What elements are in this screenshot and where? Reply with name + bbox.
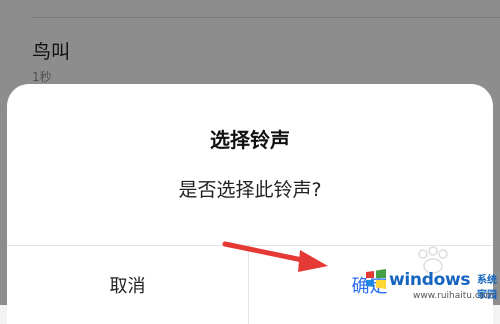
watermark-url: www.ruihaitu.com xyxy=(413,291,495,301)
dialog-title: 选择铃声 xyxy=(210,128,290,152)
cancel-button[interactable]: 取消 xyxy=(7,246,248,324)
site-watermark: windows 系统家园 www.ruihaitu.com xyxy=(355,246,500,305)
windows-logo-icon xyxy=(366,269,386,289)
dialog-message: 是否选择此铃声? xyxy=(178,179,322,201)
watermark-title: windows xyxy=(389,270,471,290)
red-pointer-arrow-icon xyxy=(222,241,328,272)
